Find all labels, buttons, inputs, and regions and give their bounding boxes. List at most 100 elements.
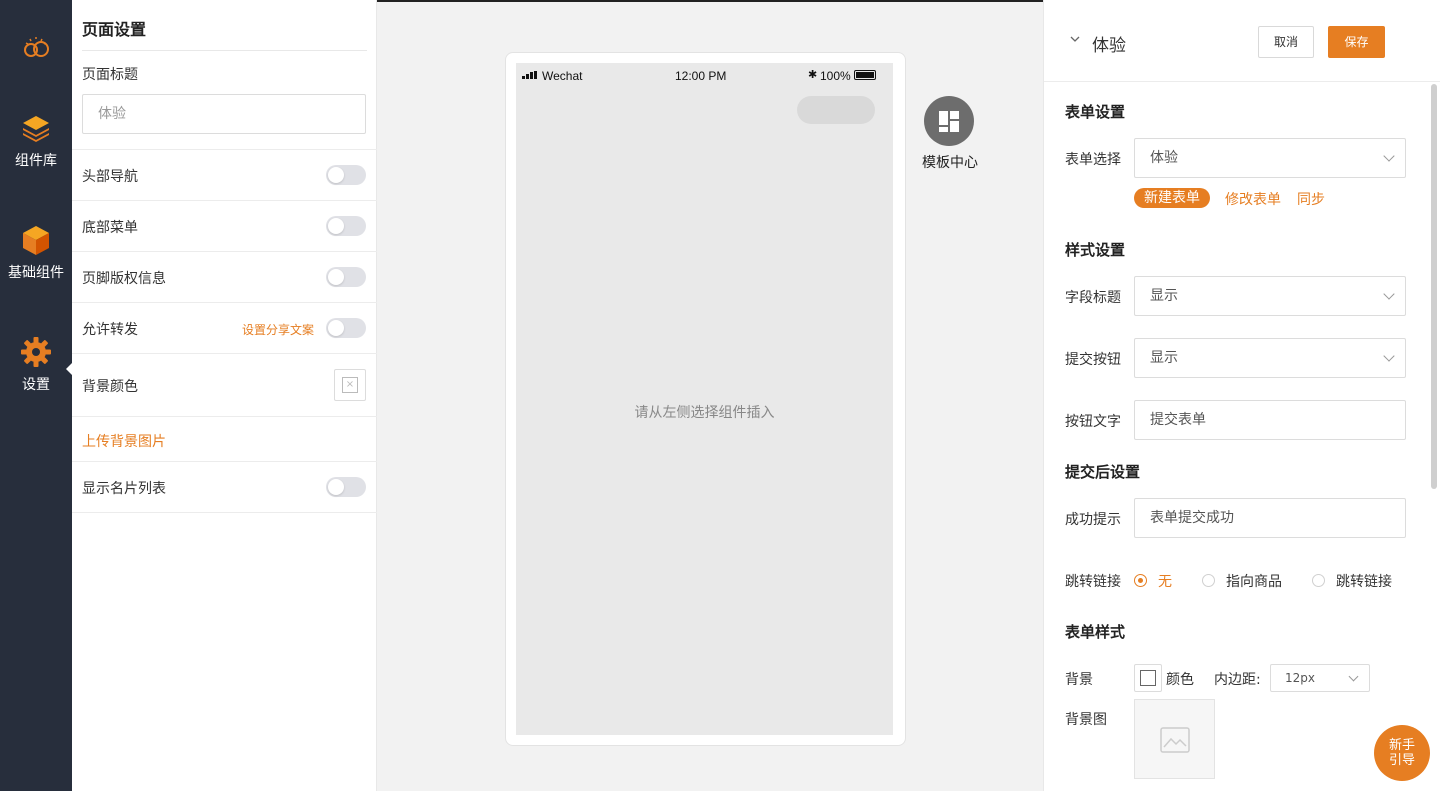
header-nav-label: 头部导航	[82, 169, 138, 185]
jump-link-label: 跳转链接	[1065, 574, 1121, 590]
form-settings-panel: 体验 取消 保存 表单设置 表单选择 体验 新建表单 修改表单 同步 样式设置 …	[1043, 0, 1440, 791]
bg-image-label: 背景图	[1065, 712, 1107, 728]
divider	[72, 512, 377, 513]
color-label: 颜色	[1166, 672, 1194, 688]
status-bar: Wechat 12:00 PM ✱ 100%	[516, 63, 893, 87]
status-time: 12:00 PM	[675, 69, 727, 83]
bluetooth-icon: ✱	[808, 69, 818, 81]
guide-line-1: 新手	[1388, 738, 1415, 753]
toggle-knob	[328, 269, 344, 285]
radio-product[interactable]	[1202, 574, 1215, 587]
submit-button-select[interactable]: 显示	[1134, 338, 1406, 378]
radio-none[interactable]	[1134, 574, 1147, 587]
field-title-select[interactable]: 显示	[1134, 276, 1406, 316]
success-tip-input[interactable]: 表单提交成功	[1134, 498, 1406, 538]
save-button[interactable]: 保存	[1328, 26, 1385, 58]
success-tip-label: 成功提示	[1065, 512, 1121, 528]
bg-color-label: 背景颜色	[82, 379, 138, 395]
submit-button-label: 提交按钮	[1065, 352, 1121, 368]
bg-label: 背景	[1065, 672, 1093, 688]
divider	[82, 50, 367, 51]
form-select-dropdown[interactable]: 体验	[1134, 138, 1406, 178]
upload-bg-image-link[interactable]: 上传背景图片	[82, 431, 166, 451]
new-form-button[interactable]: 新建表单	[1134, 188, 1210, 208]
toggle-knob	[328, 218, 344, 234]
section-title-after-submit: 提交后设置	[1065, 463, 1141, 481]
cancel-button[interactable]: 取消	[1258, 26, 1314, 58]
left-nav: 组件库 基础组件 设置	[0, 0, 73, 791]
chevron-down-icon[interactable]	[1070, 34, 1080, 44]
toggle-knob	[328, 167, 344, 183]
radio-none-label[interactable]: 无	[1158, 571, 1172, 591]
divider	[72, 353, 377, 354]
panel-title: 页面设置	[82, 20, 147, 39]
share-copy-link[interactable]: 设置分享文案	[242, 321, 314, 338]
battery-icon	[854, 70, 876, 80]
field-title-label: 字段标题	[1065, 290, 1121, 306]
footer-copyright-toggle[interactable]	[326, 267, 366, 287]
divider	[72, 416, 377, 417]
empty-canvas-hint: 请从左侧选择组件插入	[634, 405, 775, 421]
divider	[72, 251, 377, 252]
edit-form-link[interactable]: 修改表单	[1225, 189, 1281, 209]
guide-line-2: 引导	[1388, 753, 1415, 768]
button-text-label: 按钮文字	[1065, 414, 1121, 430]
bottom-menu-toggle[interactable]	[326, 216, 366, 236]
section-title-style: 样式设置	[1065, 241, 1126, 259]
panel-scrollbar[interactable]	[1431, 84, 1437, 489]
template-center-label[interactable]: 模板中心	[914, 152, 986, 172]
header-nav-toggle[interactable]	[326, 165, 366, 185]
grid-icon	[939, 111, 948, 125]
nav-item-settings[interactable]: 设置	[0, 336, 72, 394]
battery-percent: 100%	[820, 69, 851, 83]
bottom-menu-label: 底部菜单	[82, 220, 138, 236]
button-text-input[interactable]: 提交表单	[1134, 400, 1406, 440]
component-name: 体验	[1092, 36, 1126, 56]
divider	[72, 302, 377, 303]
nav-item-label: 组件库	[15, 153, 57, 169]
phone-screen[interactable]: Wechat 12:00 PM ✱ 100% 请从左侧选择组件插入	[516, 63, 893, 735]
footer-copyright-label: 页脚版权信息	[82, 271, 166, 287]
nav-item-label: 基础组件	[8, 265, 64, 281]
sync-link[interactable]: 同步	[1297, 189, 1325, 209]
section-title-form: 表单设置	[1065, 103, 1126, 121]
layers-icon	[23, 116, 49, 142]
radio-jump-link[interactable]	[1312, 574, 1325, 587]
page-title-label: 页面标题	[82, 67, 138, 83]
form-select-label: 表单选择	[1065, 152, 1121, 168]
page-title-input[interactable]: 体验	[82, 94, 366, 134]
divider	[72, 200, 377, 201]
panel-header: 体验 取消 保存	[1044, 0, 1440, 82]
beginner-guide-button[interactable]: 新手 引导	[1374, 725, 1430, 781]
section-title-form-style: 表单样式	[1065, 623, 1126, 641]
padding-label: 内边距:	[1214, 672, 1261, 688]
carrier-name: Wechat	[542, 69, 583, 83]
radio-jump-link-label[interactable]: 跳转链接	[1336, 571, 1392, 591]
clear-color-icon: ×	[342, 377, 358, 393]
form-bg-color-picker[interactable]	[1134, 664, 1162, 692]
nav-item-label: 设置	[22, 377, 50, 393]
divider	[72, 461, 377, 462]
card-list-label: 显示名片列表	[82, 481, 166, 497]
toggle-knob	[328, 479, 344, 495]
allow-share-toggle[interactable]	[326, 318, 366, 338]
card-list-toggle[interactable]	[326, 477, 366, 497]
template-center-button[interactable]	[924, 96, 974, 146]
nav-item-component-library[interactable]: 组件库	[0, 112, 72, 170]
page-settings-panel: 页面设置 页面标题 体验 头部导航 底部菜单 页脚版权信息 允许转发 设置分享文…	[72, 0, 377, 791]
cube-icon	[23, 226, 49, 255]
toggle-knob	[328, 320, 344, 336]
image-placeholder-icon	[1160, 727, 1190, 753]
allow-share-label: 允许转发	[82, 322, 138, 338]
bg-image-upload[interactable]	[1134, 699, 1215, 779]
gear-icon	[21, 337, 51, 367]
color-swatch	[1140, 670, 1156, 686]
divider	[72, 149, 377, 150]
radio-product-label[interactable]: 指向商品	[1226, 571, 1282, 591]
padding-select[interactable]: 12px	[1270, 664, 1370, 692]
signal-icon	[522, 71, 538, 79]
bg-color-picker[interactable]: ×	[334, 369, 366, 401]
nav-item-basic-components[interactable]: 基础组件	[0, 224, 72, 282]
cloud-logo-icon[interactable]	[20, 30, 52, 62]
mini-program-capsule	[797, 96, 875, 124]
